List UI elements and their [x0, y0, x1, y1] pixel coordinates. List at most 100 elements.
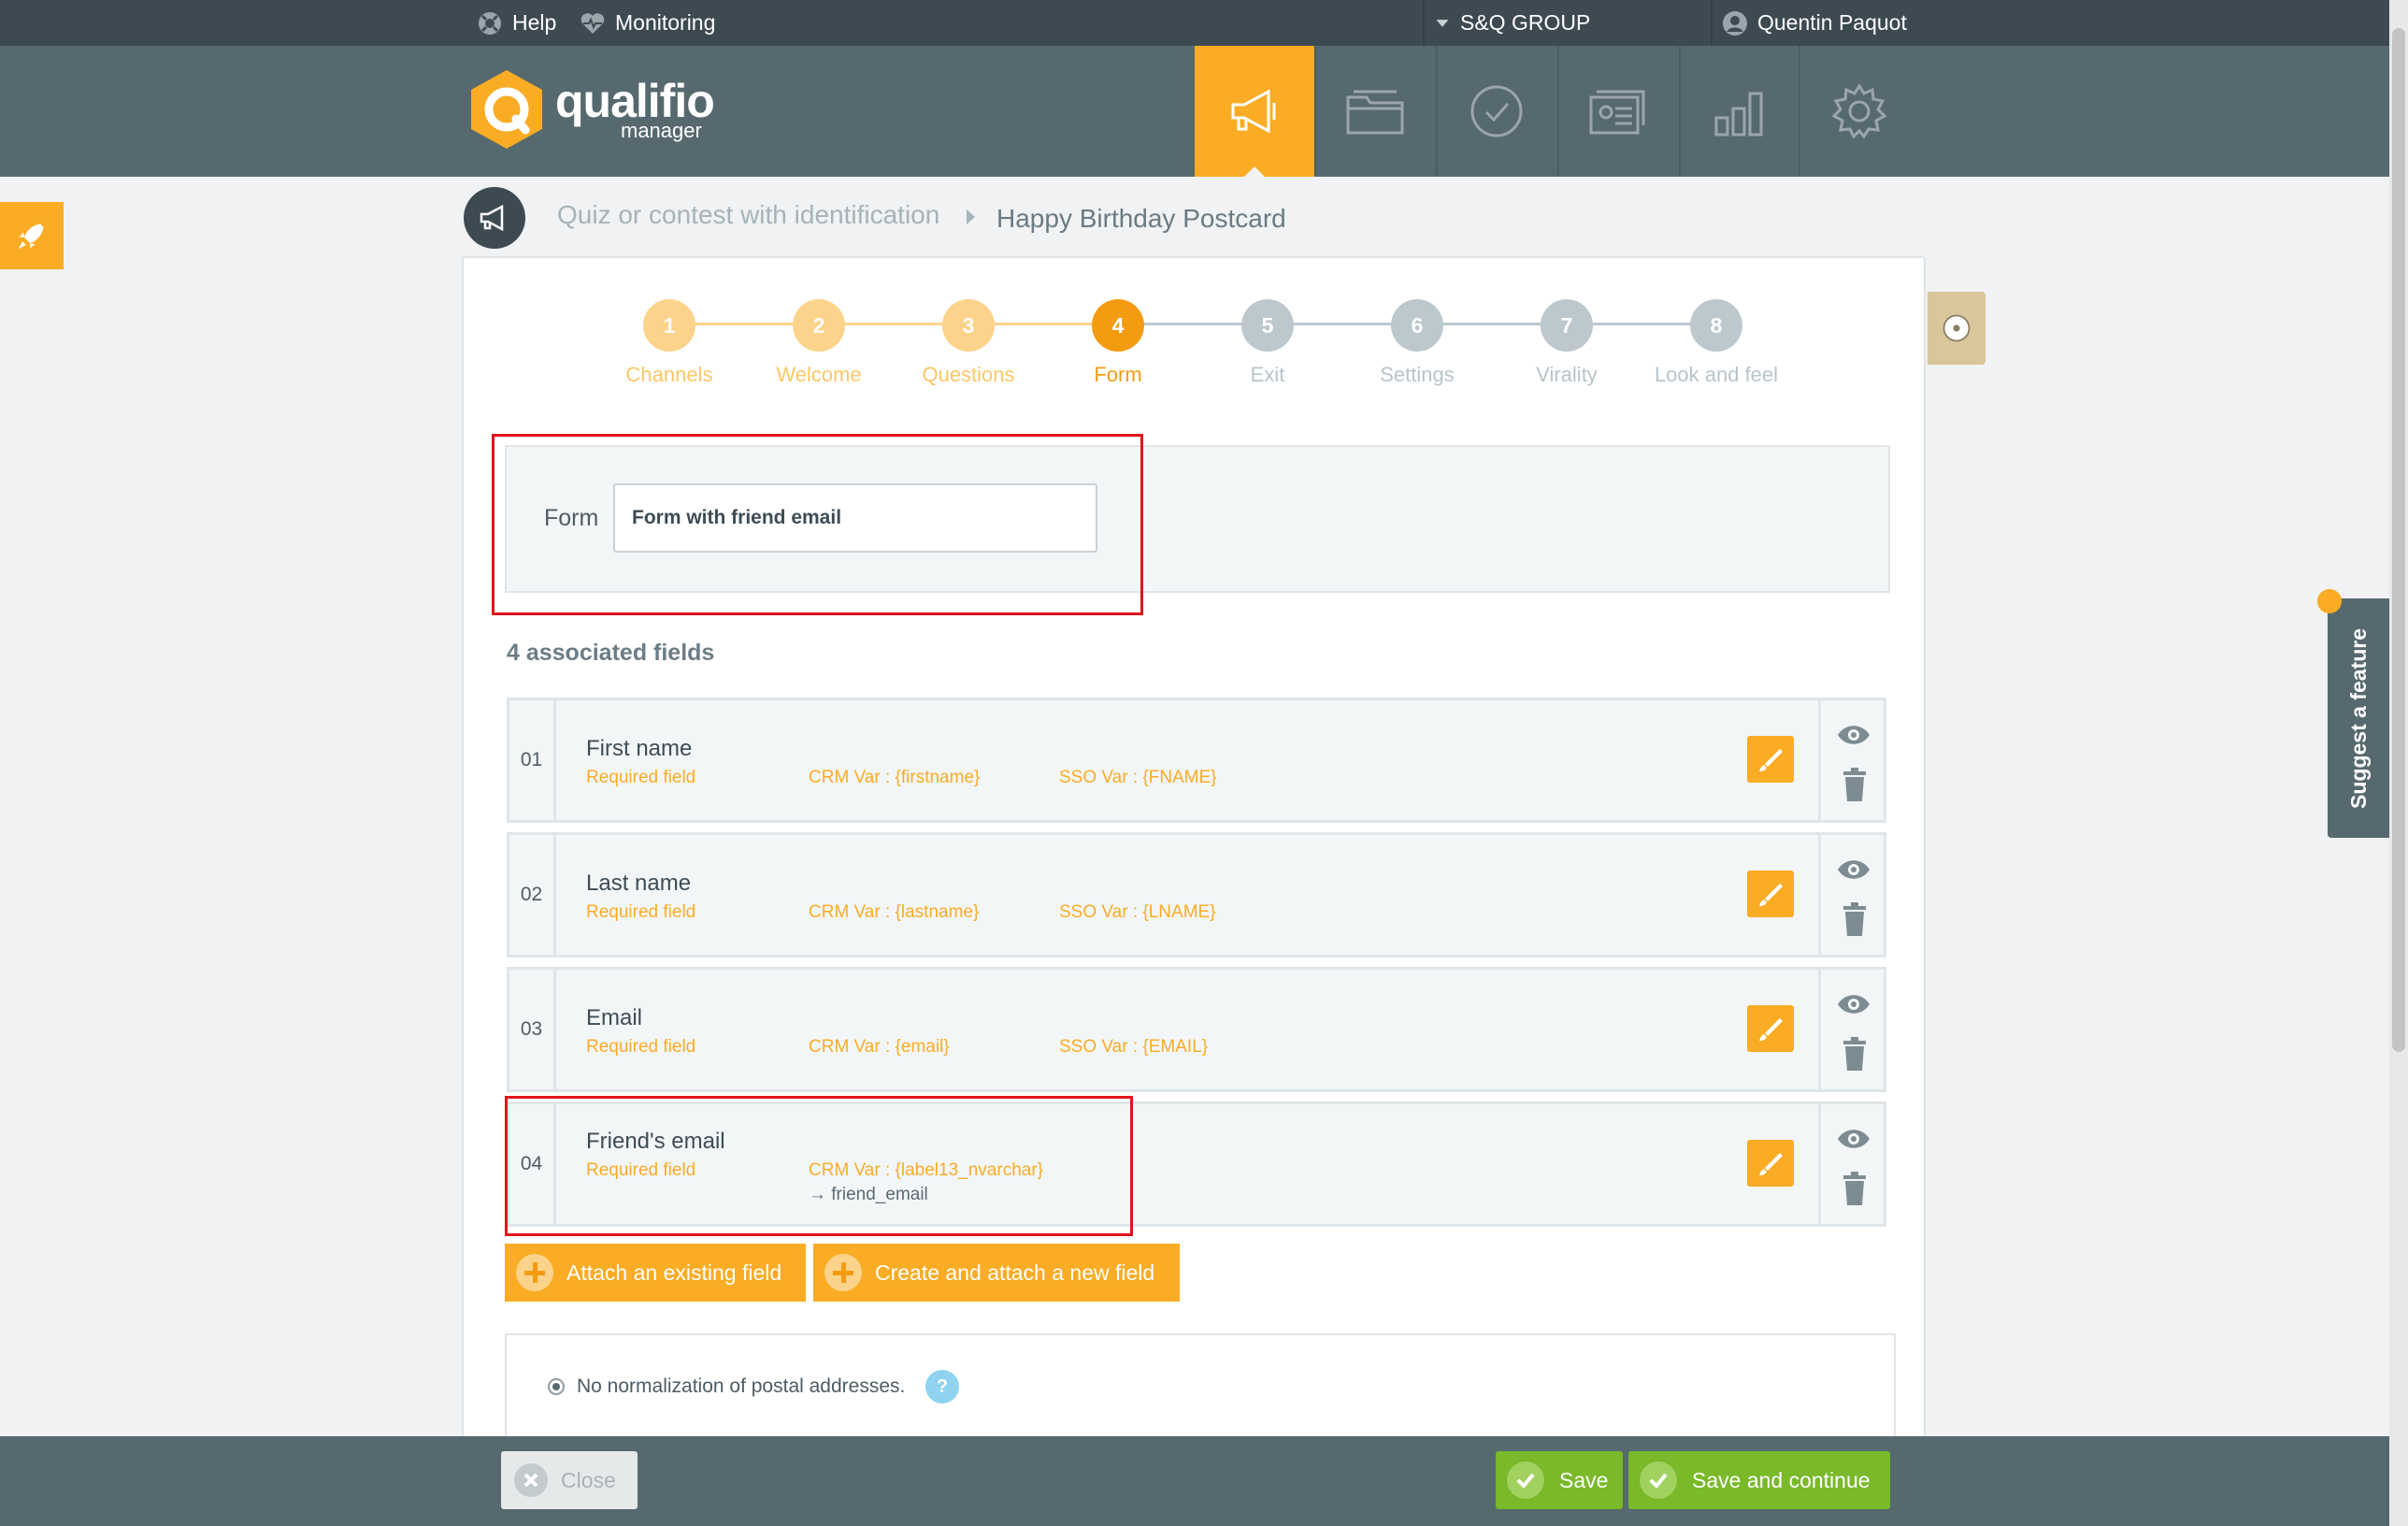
help-lifebuoy-icon — [479, 11, 501, 35]
monitoring-label: Monitoring — [615, 10, 716, 35]
nav-tab-folders[interactable] — [1314, 46, 1434, 177]
brush-icon — [1759, 1153, 1783, 1175]
step-label: Form — [1094, 363, 1142, 386]
check-icon — [1507, 1461, 1544, 1499]
edit-field-button[interactable] — [1747, 871, 1794, 917]
eye-icon[interactable] — [1836, 723, 1871, 747]
logo-name: qualifio — [555, 75, 715, 127]
qualifio-logo-icon — [471, 70, 542, 149]
id-cards-icon — [1589, 90, 1645, 135]
logo-subtitle: manager — [621, 119, 702, 142]
edit-field-button[interactable] — [1747, 1005, 1794, 1052]
highlight-box-friend-email — [505, 1096, 1133, 1236]
nav-tab-settings[interactable] — [1799, 46, 1918, 177]
nav-tab-contacts[interactable] — [1557, 46, 1677, 177]
breadcrumb-campaign-type[interactable]: Quiz or contest with identification — [557, 200, 939, 230]
suggest-feature-label: Suggest a feature — [2345, 627, 2371, 809]
user-menu[interactable]: Quentin Paquot — [1722, 0, 1907, 46]
trash-icon[interactable] — [1842, 768, 1868, 801]
field-required-label: Required field — [586, 768, 696, 787]
step-label: Channels — [625, 363, 713, 386]
highlight-box-form — [492, 434, 1143, 615]
bottom-action-bar — [0, 1436, 2389, 1526]
topbar-divider — [1711, 0, 1713, 46]
top-utility-bar: Help Monitoring S&Q GROUP Quentin Paquot — [0, 0, 2389, 46]
topbar-divider — [1423, 0, 1425, 46]
wizard-step-channels[interactable]: 1 Channels — [595, 299, 744, 387]
step-number: 2 — [793, 299, 845, 352]
organization-label: S&Q GROUP — [1460, 10, 1591, 35]
field-crm-var: CRM Var : {firstname} — [809, 768, 981, 787]
step-label: Exit — [1250, 363, 1285, 386]
suggest-feature-text-wrap: Suggest a feature — [2328, 598, 2389, 838]
qualifio-logo[interactable]: qualifio manager — [469, 68, 715, 151]
field-name: Email — [586, 1005, 643, 1030]
wizard-step-settings[interactable]: 6 Settings — [1342, 299, 1492, 387]
save-button[interactable]: Save — [1496, 1451, 1623, 1509]
monitoring-link[interactable]: Monitoring — [580, 0, 715, 46]
step-number: 1 — [643, 299, 695, 352]
check-icon — [1640, 1461, 1677, 1499]
megaphone-icon — [1231, 89, 1276, 134]
notification-dot — [2317, 589, 2342, 613]
wizard-step-virality[interactable]: 7 Virality — [1492, 299, 1641, 387]
eye-icon[interactable] — [1836, 992, 1871, 1016]
trash-icon[interactable] — [1842, 1172, 1868, 1205]
wizard-step-welcome[interactable]: 2 Welcome — [744, 299, 894, 387]
breadcrumb-campaign-name: Happy Birthday Postcard — [996, 204, 1286, 233]
scrollbar-thumb[interactable] — [2392, 28, 2405, 1052]
wizard-step-look-and-feel[interactable]: 8 Look and feel — [1641, 299, 1791, 387]
wizard-step-exit[interactable]: 5 Exit — [1193, 299, 1342, 387]
field-number: 03 — [509, 970, 556, 1089]
edit-field-button[interactable] — [1747, 1140, 1794, 1187]
attach-existing-field-button[interactable]: Attach an existing field — [505, 1244, 806, 1302]
trash-icon[interactable] — [1842, 902, 1868, 936]
close-button[interactable]: Close — [501, 1451, 638, 1509]
associated-fields-title: 4 associated fields — [507, 640, 715, 666]
step-label: Welcome — [776, 363, 862, 386]
check-circle-icon — [1470, 85, 1523, 137]
save-label: Save — [1559, 1467, 1609, 1492]
help-tooltip-icon[interactable]: ? — [925, 1370, 959, 1404]
field-actions — [1818, 700, 1884, 820]
step-number: 6 — [1391, 299, 1443, 352]
step-label: Questions — [922, 363, 1015, 386]
edit-field-button[interactable] — [1747, 736, 1794, 783]
organization-dropdown[interactable]: S&Q GROUP — [1434, 0, 1590, 46]
step-label: Settings — [1380, 363, 1455, 386]
field-number: 01 — [509, 700, 556, 820]
gear-icon — [1831, 83, 1887, 139]
create-attach-field-button[interactable]: Create and attach a new field — [813, 1244, 1180, 1302]
wizard-step-questions[interactable]: 3 Questions — [894, 299, 1043, 387]
user-avatar-icon — [1723, 10, 1747, 36]
close-label: Close — [561, 1467, 616, 1492]
clock-icon — [1942, 314, 1971, 342]
field-name: First name — [586, 736, 693, 761]
step-number: 8 — [1690, 299, 1742, 352]
create-attach-label: Create and attach a new field — [875, 1260, 1155, 1285]
eye-icon[interactable] — [1836, 1127, 1871, 1151]
brush-icon — [1759, 749, 1783, 771]
field-crm-var: CRM Var : {lastname} — [809, 902, 980, 922]
user-name: Quentin Paquot — [1757, 10, 1907, 35]
history-button[interactable] — [1928, 292, 1985, 365]
field-sso-var: SSO Var : {LNAME} — [1059, 902, 1216, 922]
nav-tab-campaigns[interactable] — [1195, 46, 1314, 178]
normalization-label: No normalization of postal addresses. — [577, 1375, 906, 1397]
save-and-continue-button[interactable]: Save and continue — [1628, 1451, 1890, 1509]
brush-icon — [1759, 1018, 1783, 1041]
plus-icon — [516, 1254, 553, 1291]
help-link[interactable]: Help — [477, 0, 556, 46]
field-row: 02 Last name Required field CRM Var : {l… — [507, 832, 1886, 957]
trash-icon[interactable] — [1842, 1037, 1868, 1071]
eye-icon[interactable] — [1836, 857, 1871, 882]
nav-tab-validation[interactable] — [1436, 46, 1555, 177]
wizard-step-form[interactable]: 4 Form — [1043, 299, 1193, 387]
folder-icon — [1346, 90, 1404, 135]
field-row: 01 First name Required field CRM Var : {… — [507, 698, 1886, 823]
field-row: 03 Email Required field CRM Var : {email… — [507, 967, 1886, 1092]
quick-launch-button[interactable] — [0, 202, 64, 269]
step-label: Look and feel — [1654, 363, 1779, 386]
normalization-radio[interactable] — [548, 1378, 565, 1395]
nav-tab-statistics[interactable] — [1679, 46, 1799, 177]
